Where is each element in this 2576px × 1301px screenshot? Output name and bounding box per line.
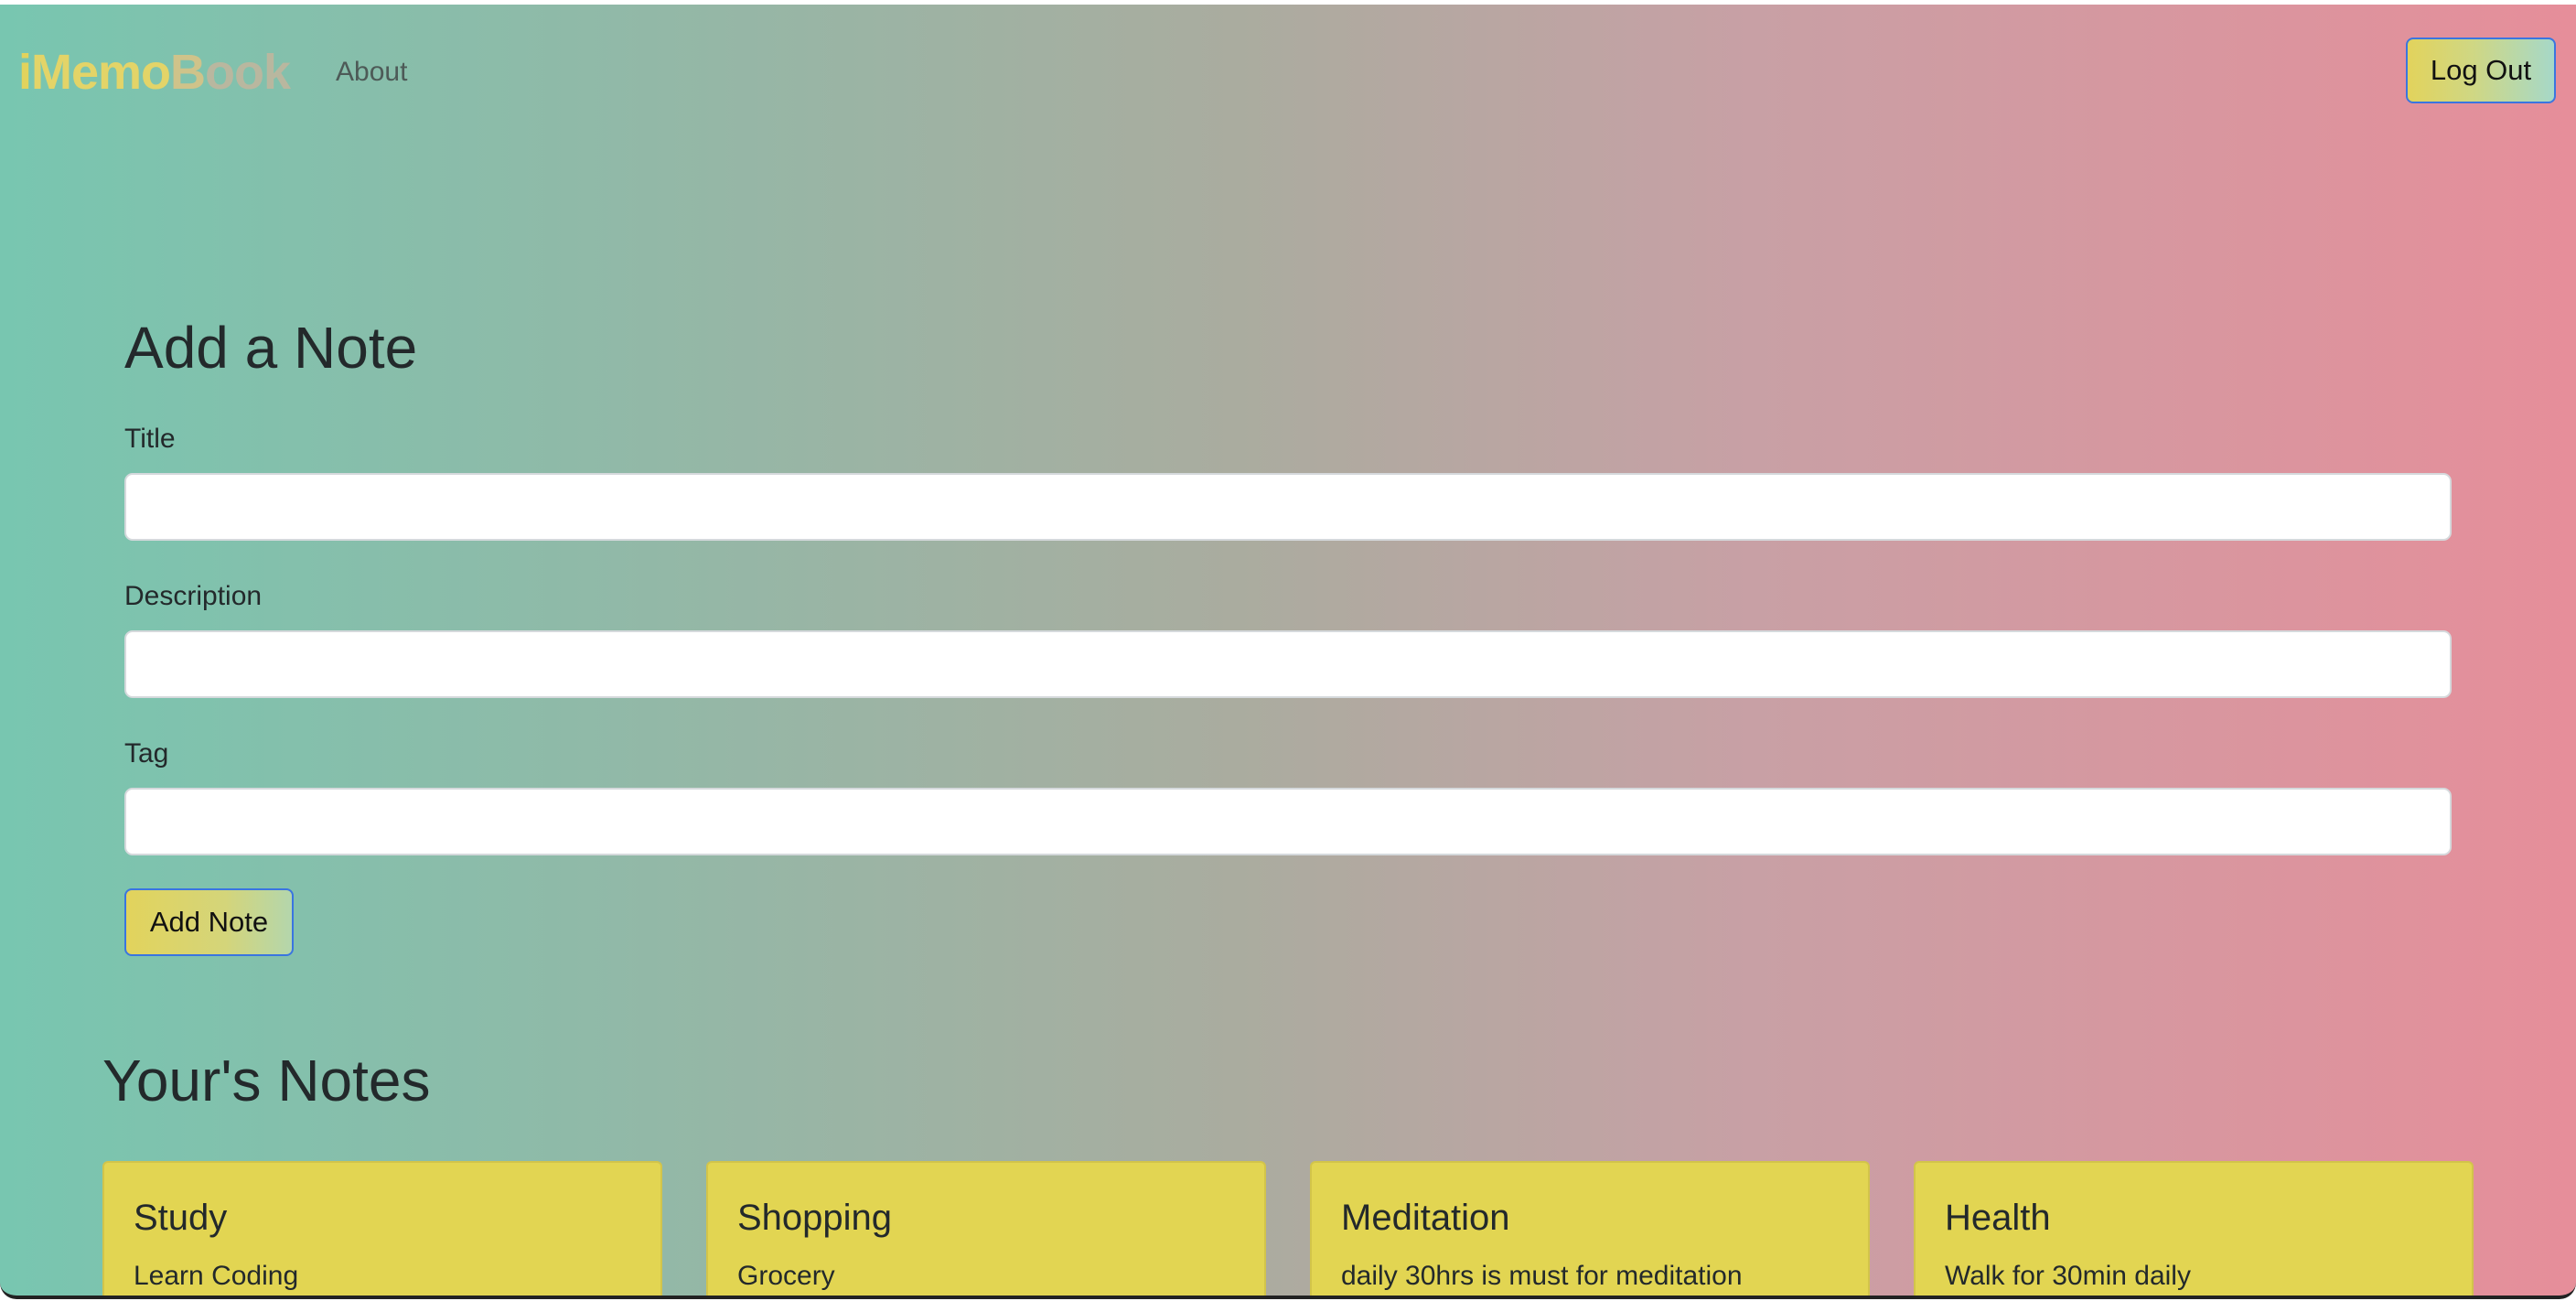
- note-title: Health: [1945, 1198, 2051, 1238]
- note-description: Learn Coding: [134, 1261, 299, 1291]
- brand-logo[interactable]: iMemoBook: [18, 39, 291, 105]
- note-card[interactable]: Shopping Grocery: [706, 1161, 1266, 1296]
- note-description: Grocery: [737, 1261, 835, 1291]
- nav-link-about[interactable]: About: [336, 54, 407, 91]
- description-input[interactable]: [124, 630, 2452, 698]
- note-card[interactable]: Meditation daily 30hrs is must for medit…: [1310, 1161, 1870, 1296]
- description-label: Description: [124, 581, 263, 611]
- brand-part-3: B: [170, 45, 206, 100]
- note-title: Study: [134, 1198, 228, 1238]
- logout-button[interactable]: Log Out: [2406, 38, 2556, 103]
- app-window: iMemoBook About Log Out Add a Note Title…: [0, 5, 2576, 1299]
- brand-part-4: ook: [205, 45, 291, 100]
- note-card[interactable]: Study Learn Coding: [102, 1161, 662, 1296]
- tag-label: Tag: [124, 738, 169, 769]
- brand-part-2: Memo: [31, 45, 171, 100]
- title-input[interactable]: [124, 473, 2452, 541]
- navbar: iMemoBook About Log Out: [0, 5, 2576, 140]
- tag-input[interactable]: [124, 788, 2452, 855]
- note-description: Walk for 30min daily: [1945, 1261, 2191, 1291]
- note-card[interactable]: Health Walk for 30min daily: [1914, 1161, 2474, 1296]
- add-note-heading: Add a Note: [124, 315, 418, 381]
- add-note-button[interactable]: Add Note: [124, 888, 294, 956]
- note-title: Meditation: [1341, 1198, 1510, 1238]
- brand-part-1: i: [18, 45, 32, 100]
- note-title: Shopping: [737, 1198, 893, 1238]
- note-description: daily 30hrs is must for meditation: [1341, 1261, 1743, 1291]
- title-label: Title: [124, 424, 176, 454]
- notes-heading: Your's Notes: [102, 1048, 431, 1113]
